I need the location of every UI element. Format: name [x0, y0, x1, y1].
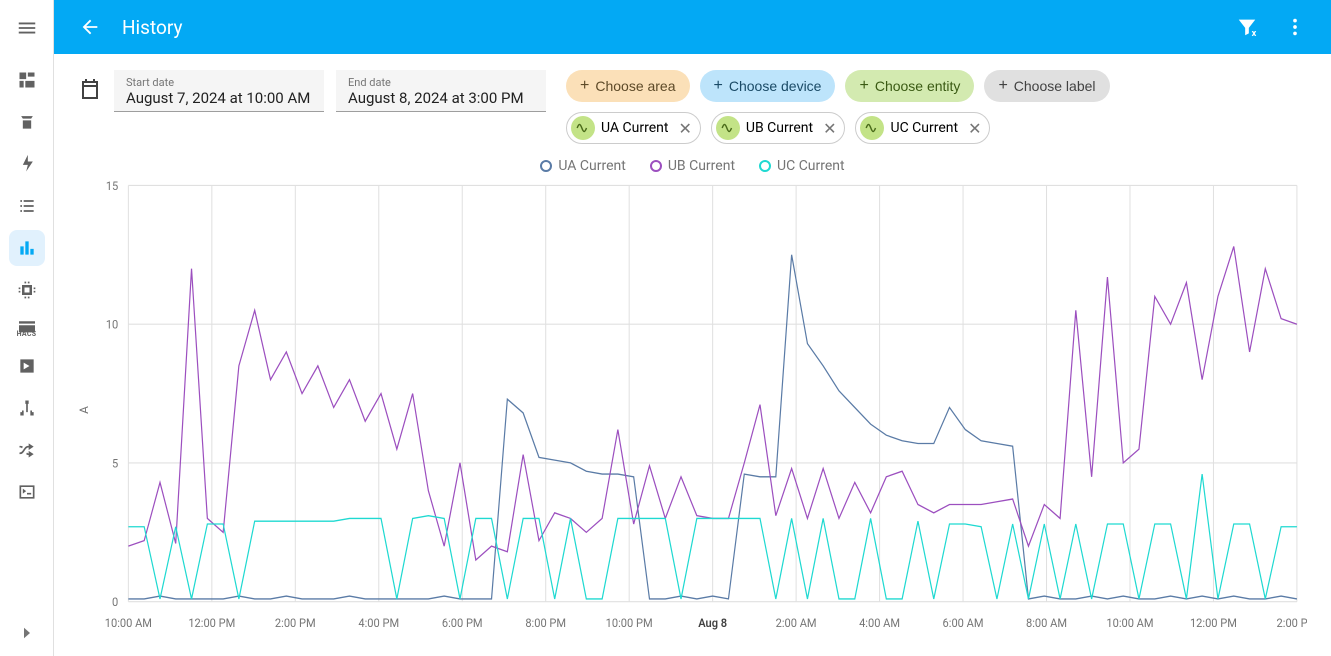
svg-text:6:00 PM: 6:00 PM — [442, 615, 483, 630]
choose-entity-chip[interactable]: + Choose entity — [845, 70, 974, 102]
date-range-picker: Start date August 7, 2024 at 10:00 AM En… — [78, 70, 546, 112]
entity-chip[interactable]: UB Current ✕ — [711, 112, 846, 144]
history-chart[interactable]: 0 5 10 15 10:00 AM 12:00 PM 2:00 PM 4:00 PM 6:00… — [78, 180, 1307, 640]
start-date-field[interactable]: Start date August 7, 2024 at 10:00 AM — [114, 70, 324, 112]
app-header: History x — [54, 0, 1331, 54]
svg-text:10:00 AM: 10:00 AM — [1106, 615, 1153, 630]
choose-entity-label: Choose entity — [875, 78, 961, 94]
choose-device-label: Choose device — [729, 78, 822, 94]
svg-text:4:00 PM: 4:00 PM — [358, 615, 399, 630]
start-date-label: Start date — [126, 76, 312, 89]
page-title: History — [122, 16, 182, 39]
sidebar: HACS — [0, 0, 54, 656]
svg-text:2:00 AM: 2:00 AM — [776, 615, 817, 630]
sidebar-terminal-icon[interactable] — [9, 474, 45, 510]
svg-text:8:00 PM: 8:00 PM — [525, 615, 566, 630]
choose-area-label: Choose area — [595, 78, 675, 94]
start-date-value: August 7, 2024 at 10:00 AM — [126, 89, 312, 107]
close-icon[interactable]: ✕ — [678, 119, 691, 138]
svg-text:Aug 8: Aug 8 — [698, 615, 727, 630]
svg-text:12:00 PM: 12:00 PM — [1190, 615, 1237, 630]
sine-wave-icon — [716, 116, 740, 140]
plus-icon: + — [714, 77, 723, 95]
svg-text:0: 0 — [112, 595, 118, 610]
sidebar-dashboard-icon[interactable] — [9, 62, 45, 98]
choose-device-chip[interactable]: + Choose device — [700, 70, 836, 102]
legend-item[interactable]: UA Current — [540, 158, 625, 174]
sine-wave-icon — [571, 116, 595, 140]
sidebar-media-icon[interactable] — [9, 348, 45, 384]
plus-icon: + — [998, 77, 1007, 95]
plus-icon: + — [580, 77, 589, 95]
svg-text:5: 5 — [112, 456, 119, 471]
legend-label: UC Current — [777, 158, 845, 174]
plus-icon: + — [859, 77, 868, 95]
sidebar-shuffle-icon[interactable] — [9, 432, 45, 468]
entity-chip[interactable]: UC Current ✕ — [855, 112, 990, 144]
svg-text:10: 10 — [106, 317, 118, 332]
sidebar-chip-icon[interactable] — [9, 272, 45, 308]
sidebar-network-icon[interactable] — [9, 390, 45, 426]
close-icon[interactable]: ✕ — [823, 119, 836, 138]
entity-chip-label: UA Current — [601, 120, 668, 136]
svg-text:10:00 AM: 10:00 AM — [105, 615, 152, 630]
svg-text:2:00 PM: 2:00 PM — [1277, 615, 1307, 630]
sidebar-list-icon[interactable] — [9, 188, 45, 224]
legend-label: UB Current — [668, 158, 735, 174]
sidebar-energy-icon[interactable] — [9, 146, 45, 182]
entity-chip[interactable]: UA Current ✕ — [566, 112, 701, 144]
svg-text:2:00 PM: 2:00 PM — [275, 615, 316, 630]
choose-area-chip[interactable]: + Choose area — [566, 70, 690, 102]
legend-item[interactable]: UB Current — [650, 158, 735, 174]
legend-label: UA Current — [558, 158, 625, 174]
sidebar-expand-icon[interactable] — [9, 620, 45, 656]
svg-text:6:00 AM: 6:00 AM — [943, 615, 984, 630]
sine-wave-icon — [860, 116, 884, 140]
sidebar-hacs-icon[interactable]: HACS — [9, 314, 45, 342]
y-axis-label: A — [77, 406, 91, 414]
end-date-value: August 8, 2024 at 3:00 PM — [348, 89, 534, 107]
svg-text:8:00 AM: 8:00 AM — [1026, 615, 1067, 630]
sidebar-archive-icon[interactable] — [9, 104, 45, 140]
entity-chip-label: UC Current — [890, 120, 958, 136]
entity-chip-label: UB Current — [746, 120, 813, 136]
filter-clear-button[interactable]: x — [1227, 7, 1267, 47]
sidebar-history-icon[interactable] — [9, 230, 45, 266]
svg-text:4:00 AM: 4:00 AM — [859, 615, 900, 630]
close-icon[interactable]: ✕ — [968, 119, 981, 138]
menu-icon[interactable] — [9, 10, 45, 46]
end-date-field[interactable]: End date August 8, 2024 at 3:00 PM — [336, 70, 546, 112]
choose-label-chip[interactable]: + Choose label — [984, 70, 1109, 102]
chart-legend: UA Current UB Current UC Current — [78, 158, 1307, 174]
svg-text:15: 15 — [106, 180, 119, 193]
legend-item[interactable]: UC Current — [759, 158, 845, 174]
back-button[interactable] — [70, 7, 110, 47]
legend-swatch — [540, 160, 552, 172]
hacs-label-text: HACS — [17, 330, 37, 338]
choose-label-label: Choose label — [1014, 78, 1096, 94]
svg-text:x: x — [1252, 29, 1257, 38]
legend-swatch — [650, 160, 662, 172]
end-date-label: End date — [348, 76, 534, 89]
overflow-menu-button[interactable] — [1275, 7, 1315, 47]
svg-text:12:00 PM: 12:00 PM — [188, 615, 235, 630]
calendar-icon — [78, 77, 102, 105]
legend-swatch — [759, 160, 771, 172]
svg-text:10:00 PM: 10:00 PM — [606, 615, 653, 630]
